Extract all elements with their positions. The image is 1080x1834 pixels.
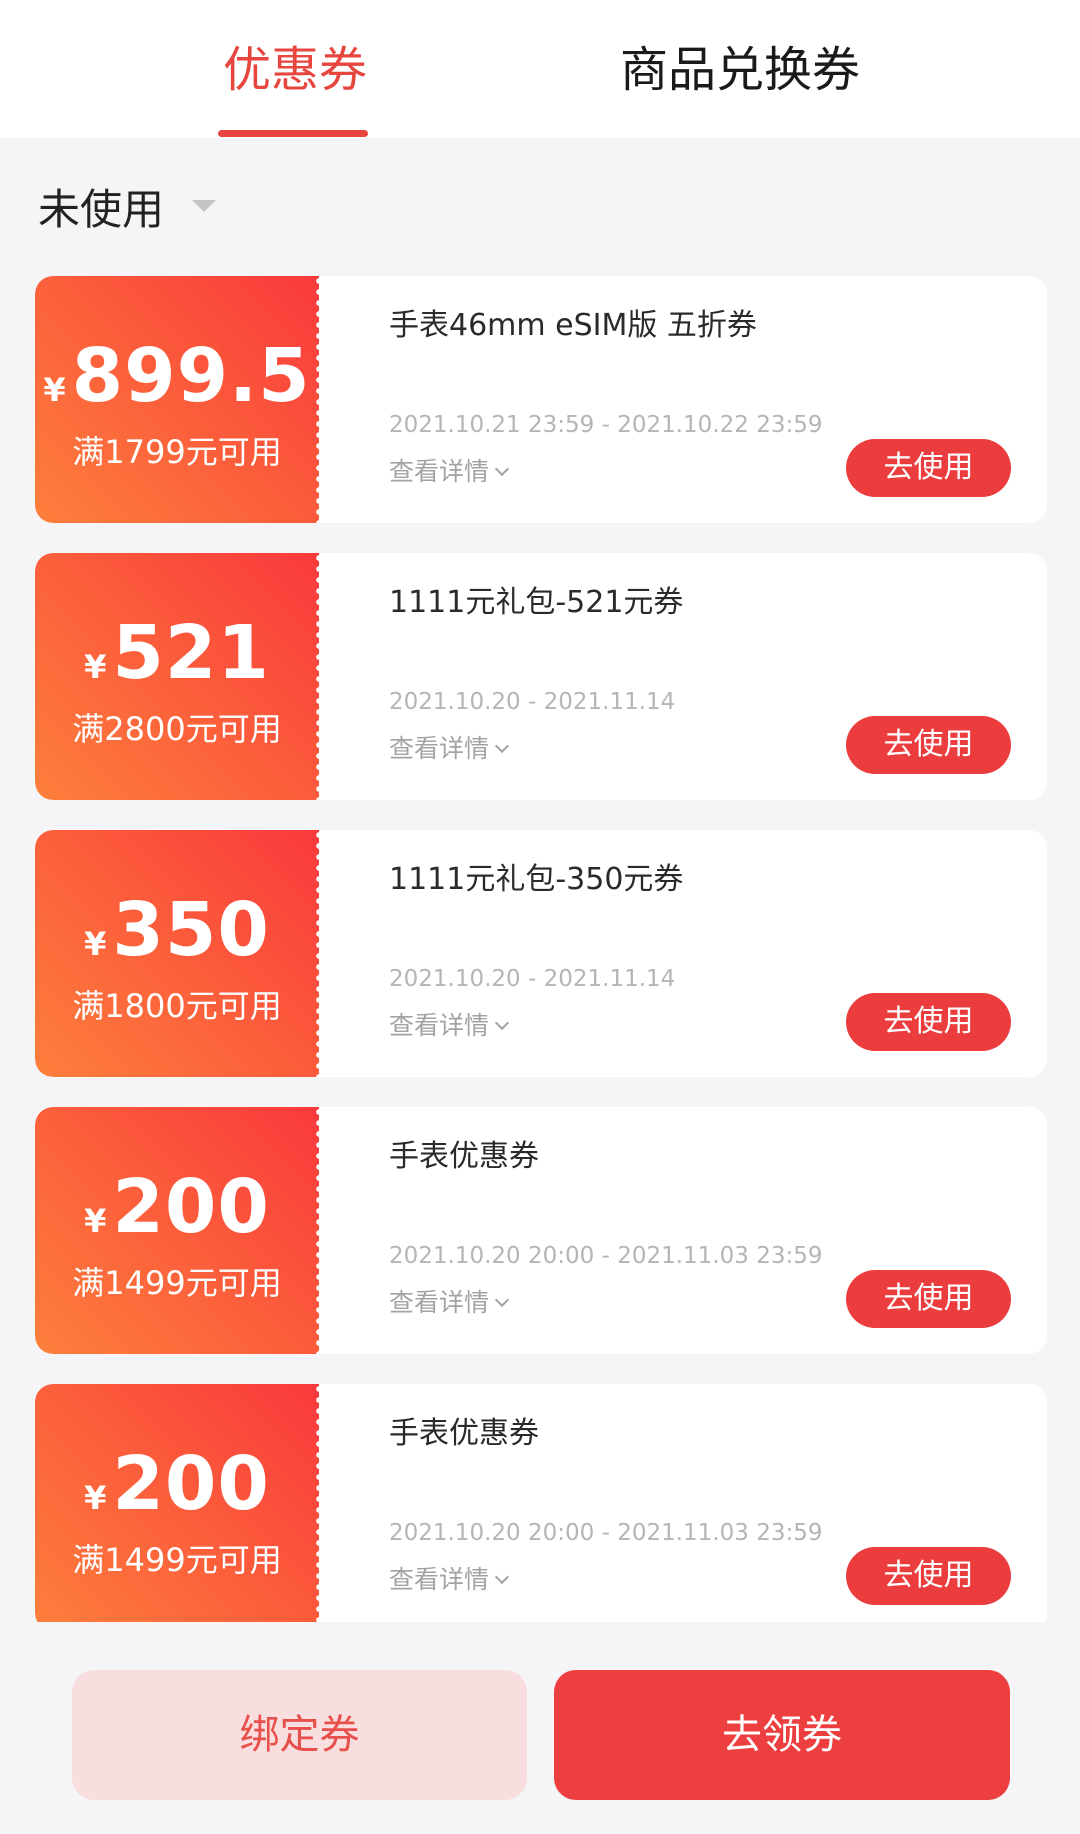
view-details-link[interactable]: 查看详情 xyxy=(389,1010,510,1042)
get-coupons-button[interactable]: 去领券 xyxy=(554,1670,1010,1800)
coupon-threshold: 满1499元可用 xyxy=(72,1541,282,1579)
coupon-info-panel: 1111元礼包-521元券 2021.10.20 - 2021.11.14 查看… xyxy=(319,553,1047,800)
status-filter-label: 未使用 xyxy=(38,184,165,234)
coupon-validity-period: 2021.10.20 - 2021.11.14 xyxy=(389,689,676,715)
coupon-list[interactable]: ¥ 899.5 满1799元可用 手表46mm eSIM版 五折券 2021.1… xyxy=(35,276,1047,1622)
view-details-link[interactable]: 查看详情 xyxy=(389,1287,510,1319)
use-coupon-button[interactable]: 去使用 xyxy=(846,439,1011,497)
chevron-down-icon xyxy=(494,1015,510,1031)
bind-coupon-button[interactable]: 绑定券 xyxy=(72,1670,527,1800)
view-details-link[interactable]: 查看详情 xyxy=(389,456,510,488)
coupon-value-panel: ¥ 350 满1800元可用 xyxy=(35,830,322,1077)
coupon-validity-period: 2021.10.20 - 2021.11.14 xyxy=(389,966,676,992)
coupon-amount-value: 521 xyxy=(112,610,270,696)
use-coupon-button[interactable]: 去使用 xyxy=(846,1270,1011,1328)
view-details-label: 查看详情 xyxy=(389,457,490,486)
coupon-value-panel: ¥ 200 满1499元可用 xyxy=(35,1107,322,1354)
coupon-card: ¥ 521 满2800元可用 1111元礼包-521元券 2021.10.20 … xyxy=(35,553,1047,800)
tab-coupons[interactable]: 优惠券 xyxy=(190,40,400,138)
view-details-link[interactable]: 查看详情 xyxy=(389,1564,510,1596)
coupon-threshold: 满2800元可用 xyxy=(72,710,282,748)
coupon-value-panel: ¥ 899.5 满1799元可用 xyxy=(35,276,322,523)
bottom-action-bar: 绑定券 去领券 xyxy=(0,1622,1080,1834)
coupon-amount: ¥ 350 xyxy=(35,888,319,972)
coupon-title: 手表优惠券 xyxy=(389,1416,539,1451)
coupon-value-panel: ¥ 200 满1499元可用 xyxy=(35,1384,322,1622)
coupon-value-panel: ¥ 521 满2800元可用 xyxy=(35,553,322,800)
coupon-validity-period: 2021.10.20 20:00 - 2021.11.03 23:59 xyxy=(389,1520,823,1546)
coupon-amount: ¥ 200 xyxy=(35,1442,319,1526)
currency-symbol: ¥ xyxy=(84,1202,107,1240)
coupon-validity-period: 2021.10.21 23:59 - 2021.10.22 23:59 xyxy=(389,412,823,438)
coupon-amount-value: 899.5 xyxy=(71,333,311,419)
view-details-label: 查看详情 xyxy=(389,1288,490,1317)
currency-symbol: ¥ xyxy=(84,925,107,963)
tab-product-exchange[interactable]: 商品兑换券 xyxy=(600,40,880,138)
coupon-amount-value: 200 xyxy=(112,1164,270,1250)
coupon-info-panel: 1111元礼包-350元券 2021.10.20 - 2021.11.14 查看… xyxy=(319,830,1047,1077)
view-details-label: 查看详情 xyxy=(389,1011,490,1040)
currency-symbol: ¥ xyxy=(43,371,66,409)
active-tab-indicator xyxy=(218,130,368,137)
coupon-card: ¥ 200 满1499元可用 手表优惠券 2021.10.20 20:00 - … xyxy=(35,1384,1047,1622)
currency-symbol: ¥ xyxy=(84,1479,107,1517)
coupon-title: 1111元礼包-350元券 xyxy=(389,862,684,897)
use-coupon-button[interactable]: 去使用 xyxy=(846,993,1011,1051)
coupon-amount: ¥ 200 xyxy=(35,1165,319,1249)
coupon-threshold: 满1499元可用 xyxy=(72,1264,282,1302)
chevron-down-icon xyxy=(494,1292,510,1308)
use-coupon-button[interactable]: 去使用 xyxy=(846,716,1011,774)
coupon-info-panel: 手表优惠券 2021.10.20 20:00 - 2021.11.03 23:5… xyxy=(319,1107,1047,1354)
coupon-amount: ¥ 521 xyxy=(35,611,319,695)
use-coupon-button[interactable]: 去使用 xyxy=(846,1547,1011,1605)
coupon-card: ¥ 899.5 满1799元可用 手表46mm eSIM版 五折券 2021.1… xyxy=(35,276,1047,523)
coupon-threshold: 满1799元可用 xyxy=(72,433,282,471)
chevron-down-icon xyxy=(494,461,510,477)
chevron-down-icon xyxy=(494,738,510,754)
status-filter-dropdown[interactable]: 未使用 xyxy=(38,176,217,236)
caret-down-icon xyxy=(192,200,217,212)
coupon-title: 1111元礼包-521元券 xyxy=(389,585,684,620)
coupon-validity-period: 2021.10.20 20:00 - 2021.11.03 23:59 xyxy=(389,1243,823,1269)
coupon-card: ¥ 200 满1499元可用 手表优惠券 2021.10.20 20:00 - … xyxy=(35,1107,1047,1354)
coupon-title: 手表优惠券 xyxy=(389,1139,539,1174)
coupon-amount-value: 350 xyxy=(112,887,270,973)
coupon-info-panel: 手表46mm eSIM版 五折券 2021.10.21 23:59 - 2021… xyxy=(319,276,1047,523)
chevron-down-icon xyxy=(494,1569,510,1585)
coupon-amount-value: 200 xyxy=(112,1441,270,1527)
coupon-card: ¥ 350 满1800元可用 1111元礼包-350元券 2021.10.20 … xyxy=(35,830,1047,1077)
view-details-label: 查看详情 xyxy=(389,1565,490,1594)
coupon-info-panel: 手表优惠券 2021.10.20 20:00 - 2021.11.03 23:5… xyxy=(319,1384,1047,1622)
coupon-amount: ¥ 899.5 xyxy=(35,334,319,418)
tab-bar: 优惠券 商品兑换券 xyxy=(0,0,1080,138)
view-details-label: 查看详情 xyxy=(389,734,490,763)
coupon-title: 手表46mm eSIM版 五折券 xyxy=(389,308,757,343)
coupon-threshold: 满1800元可用 xyxy=(72,987,282,1025)
view-details-link[interactable]: 查看详情 xyxy=(389,733,510,765)
currency-symbol: ¥ xyxy=(84,648,107,686)
